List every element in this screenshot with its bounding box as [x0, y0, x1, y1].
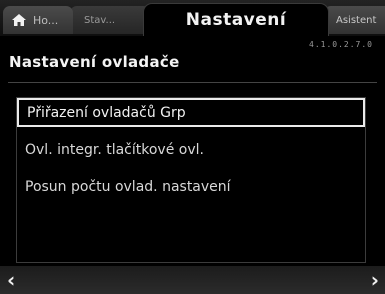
tab-bar: Ho... Stav... Nastavení Asistent: [0, 0, 385, 36]
list-item-label: Ovl. integr. tlačítkové ovl.: [25, 141, 204, 158]
tab-settings-label: Nastavení: [185, 10, 287, 30]
tab-status[interactable]: Stav...: [70, 6, 150, 34]
tab-settings[interactable]: Nastavení: [143, 3, 329, 36]
tab-home[interactable]: Ho...: [3, 6, 73, 34]
list-item-controller-shift[interactable]: Posun počtu ovlad. nastavení: [17, 172, 365, 201]
tab-assistant[interactable]: Asistent: [324, 6, 385, 34]
tab-assistant-label: Asistent: [336, 14, 377, 26]
title-divider: [8, 82, 377, 83]
controller-settings-screen: Ho... Stav... Nastavení Asistent 4.1.0.2…: [0, 0, 385, 294]
chevron-left-icon[interactable]: ‹: [7, 268, 15, 292]
settings-list: Přiřazení ovladačů Grp Ovl. integr. tlač…: [16, 97, 366, 263]
chevron-right-icon[interactable]: ›: [371, 268, 379, 292]
version-label: 4.1.0.2.7.0: [309, 40, 373, 49]
page-title: Nastavení ovladače: [9, 53, 180, 71]
list-item-label: Posun počtu ovlad. nastavení: [25, 178, 231, 195]
list-item-label: Přiřazení ovladačů Grp: [27, 104, 186, 121]
list-item-integrated-buttons[interactable]: Ovl. integr. tlačítkové ovl.: [17, 135, 365, 164]
bottom-navigation-bar: ‹ ›: [0, 266, 385, 294]
list-item-controller-assignment[interactable]: Přiřazení ovladačů Grp: [17, 98, 365, 127]
tab-home-label: Ho...: [33, 13, 59, 27]
home-icon: [11, 13, 27, 27]
tab-status-label: Stav...: [84, 14, 116, 26]
